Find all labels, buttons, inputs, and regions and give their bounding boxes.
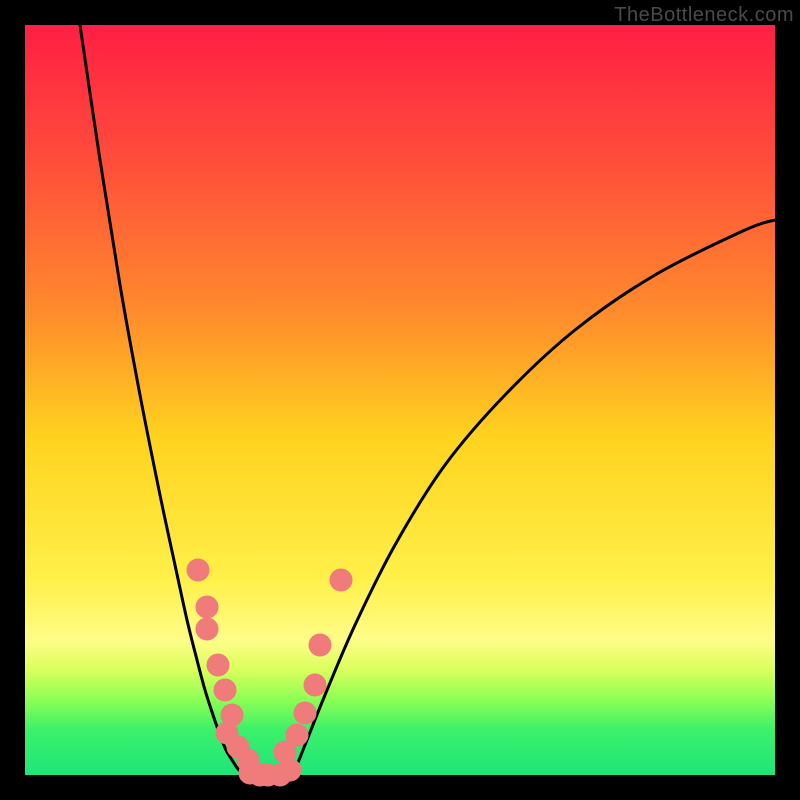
data-marker: [214, 679, 236, 701]
marker-group: [187, 559, 352, 786]
data-marker: [309, 634, 331, 656]
data-marker: [330, 569, 352, 591]
data-marker: [207, 654, 229, 676]
data-marker: [196, 618, 218, 640]
data-marker: [294, 702, 316, 724]
curve-path: [80, 25, 775, 777]
bottleneck-curve: [25, 25, 775, 775]
data-marker: [286, 724, 308, 746]
watermark-text: TheBottleneck.com: [614, 4, 794, 27]
data-marker: [196, 596, 218, 618]
data-marker: [187, 559, 209, 581]
data-marker: [304, 674, 326, 696]
